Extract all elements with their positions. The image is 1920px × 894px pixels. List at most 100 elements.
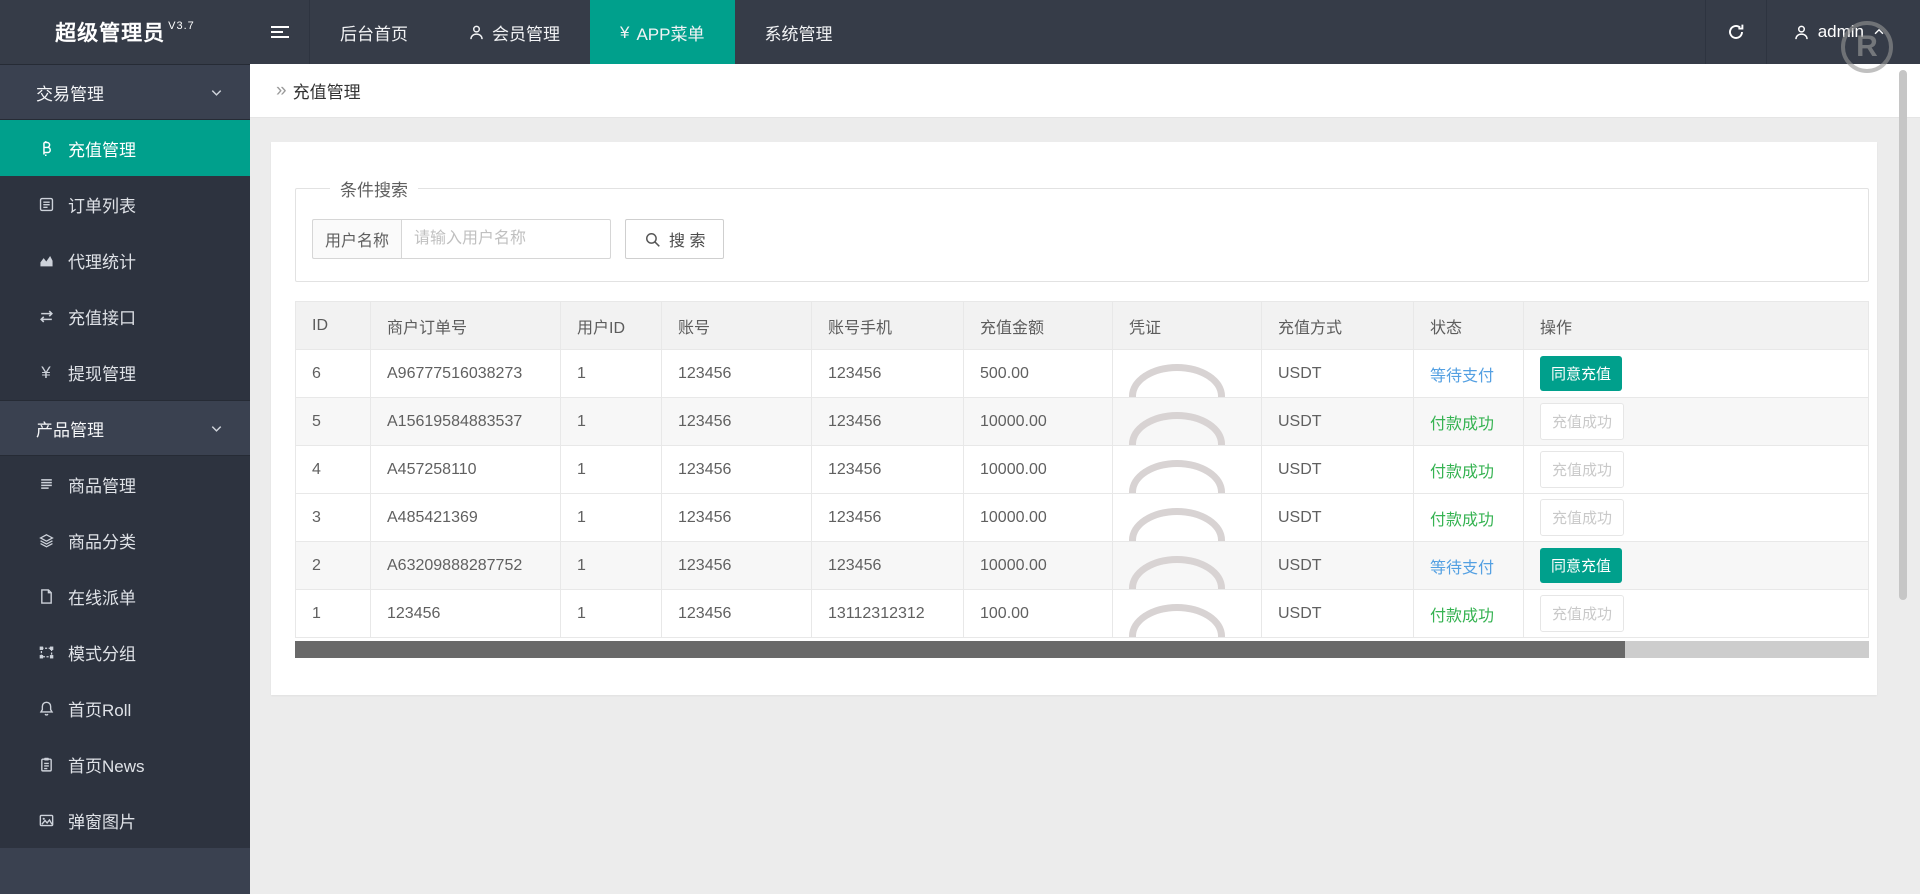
bell-icon xyxy=(36,700,56,717)
username-input[interactable] xyxy=(401,219,612,259)
user-icon xyxy=(1793,24,1810,41)
refresh-button[interactable] xyxy=(1704,0,1767,64)
sidebar-group-title[interactable]: 交易管理 xyxy=(0,64,250,120)
status-badge: 付款成功 xyxy=(1430,607,1495,625)
topnav-item[interactable]: ¥ APP菜单 xyxy=(590,0,735,64)
sidebar-item[interactable]: 首页Roll xyxy=(0,680,250,736)
object-group-icon xyxy=(36,644,56,661)
approve-recharge-button[interactable]: 同意充值 xyxy=(1540,548,1623,583)
status-badge: 付款成功 xyxy=(1430,415,1495,433)
broken-voucher-image[interactable] xyxy=(1129,364,1225,397)
column-header: 操作 xyxy=(1523,301,1869,350)
cell-voucher xyxy=(1112,445,1262,494)
hamburger-icon xyxy=(270,23,289,41)
broken-voucher-image[interactable] xyxy=(1129,508,1225,541)
table-body: 6 A96777516038273 1 123456 123456 500.00 USDT 等… xyxy=(295,349,1869,638)
cell-status: 付款成功 xyxy=(1413,445,1524,494)
topnav-item-label: 会员管理 xyxy=(492,24,560,44)
cell-voucher xyxy=(1112,397,1262,446)
column-header: 账号 xyxy=(661,301,812,350)
sidebar-footer xyxy=(0,848,250,894)
sidebar-item[interactable]: 在线派单 xyxy=(0,568,250,624)
sidebar-menu: 交易管理 充值管理订单列表代理统计 充值接口 ¥ 提现管理产品管理商品管理商品分类在线派… xyxy=(0,64,250,848)
cell-amount: 100.00 xyxy=(963,589,1113,638)
table-header-row: ID 商户订单号 用户ID 账号 账号手机 充值金额 凭证 充值方式 状态 操作 xyxy=(295,301,1869,350)
exchange-icon xyxy=(36,308,56,325)
cell-phone: 123456 xyxy=(811,541,964,590)
cell-amount: 500.00 xyxy=(963,349,1113,398)
cell-voucher xyxy=(1112,349,1262,398)
cell-phone: 123456 xyxy=(811,445,964,494)
search-icon xyxy=(644,231,661,248)
broken-voucher-image[interactable] xyxy=(1129,604,1225,637)
horizontal-scrollbar-thumb[interactable] xyxy=(295,641,1626,658)
cell-uid: 1 xyxy=(560,445,662,494)
cell-uid: 1 xyxy=(560,541,662,590)
cell-id: 5 xyxy=(295,397,371,446)
cell-order: A485421369 xyxy=(370,493,561,542)
bitcoin-icon xyxy=(36,140,56,157)
yen-icon: ¥ xyxy=(620,22,630,42)
broken-voucher-image[interactable] xyxy=(1129,556,1225,589)
table-row: 3 A485421369 1 123456 123456 10000.00 USDT 付款成功… xyxy=(295,493,1869,542)
sidebar-item[interactable]: 商品分类 xyxy=(0,512,250,568)
main-content: » 充值管理 条件搜索 用户名称 搜 索 xyxy=(250,64,1920,894)
sidebar-group-title[interactable]: 产品管理 xyxy=(0,400,250,456)
sidebar-item-label: 商品管理 xyxy=(68,476,136,496)
sidebar-item[interactable]: 模式分组 xyxy=(0,624,250,680)
cell-voucher xyxy=(1112,493,1262,542)
topnav-item[interactable]: 后台首页 xyxy=(310,0,438,64)
recharge-done-button[interactable]: 充值成功 xyxy=(1540,499,1625,536)
topnav-item[interactable]: 会员管理 xyxy=(438,0,590,64)
cell-uid: 1 xyxy=(560,349,662,398)
broken-voucher-image[interactable] xyxy=(1129,460,1225,493)
cell-amount: 10000.00 xyxy=(963,445,1113,494)
broken-voucher-image[interactable] xyxy=(1129,412,1225,445)
topnav-item-label: 系统管理 xyxy=(764,24,833,44)
sidebar-item[interactable]: 充值管理 xyxy=(0,120,250,176)
cell-id: 2 xyxy=(295,541,371,590)
vertical-scrollbar-thumb[interactable] xyxy=(1899,70,1907,600)
sidebar-item[interactable]: 订单列表 xyxy=(0,176,250,232)
sidebar-item[interactable]: 代理统计 xyxy=(0,232,250,288)
cell-id: 1 xyxy=(295,589,371,638)
recharge-done-button[interactable]: 充值成功 xyxy=(1540,595,1625,632)
page-title: 充值管理 xyxy=(292,83,361,102)
horizontal-scrollbar-track[interactable] xyxy=(295,641,1869,658)
yen-icon: ¥ xyxy=(41,362,51,382)
cell-uid: 1 xyxy=(560,493,662,542)
cell-voucher xyxy=(1112,589,1262,638)
sidebar-item-label: 订单列表 xyxy=(68,196,136,216)
refresh-icon xyxy=(1726,22,1746,42)
recharge-done-button[interactable]: 充值成功 xyxy=(1540,451,1625,488)
sidebar-item[interactable]: 首页News xyxy=(0,736,250,792)
search-button[interactable]: 搜 索 xyxy=(625,219,725,259)
table-row: 2 A63209888287752 1 123456 123456 10000.00 USD… xyxy=(295,541,1869,590)
username-input-group: 用户名称 xyxy=(312,219,612,259)
recharge-done-button[interactable]: 充值成功 xyxy=(1540,403,1625,440)
approve-recharge-button[interactable]: 同意充值 xyxy=(1540,356,1623,391)
sidebar-item[interactable]: 商品管理 xyxy=(0,456,250,512)
table-row: 4 A457258110 1 123456 123456 10000.00 USDT 付款成功… xyxy=(295,445,1869,494)
cell-order: A63209888287752 xyxy=(370,541,561,590)
cell-amount: 10000.00 xyxy=(963,493,1113,542)
topnav-item[interactable]: 系统管理 xyxy=(735,0,863,64)
cell-id: 4 xyxy=(295,445,371,494)
app-version: V3.7 xyxy=(168,20,195,32)
cell-voucher xyxy=(1112,541,1262,590)
sidebar-item[interactable]: 弹窗图片 xyxy=(0,792,250,848)
sidebar: 交易管理 充值管理订单列表代理统计 充值接口 ¥ 提现管理产品管理商品管理商品分类在线派… xyxy=(0,64,250,894)
sidebar-item-label: 提现管理 xyxy=(68,364,136,384)
sidebar-item[interactable]: 充值接口 xyxy=(0,288,250,344)
user-menu[interactable]: admin xyxy=(1767,0,1920,64)
recharge-table: ID 商户订单号 用户ID 账号 账号手机 充值金额 凭证 充值方式 状态 操作 6 A967775… xyxy=(295,301,1869,638)
cell-uid: 1 xyxy=(560,589,662,638)
layers-icon xyxy=(36,532,56,549)
sidebar-item-label: 在线派单 xyxy=(68,588,136,608)
cell-status: 等待支付 xyxy=(1413,541,1524,590)
cell-action: 同意充值 xyxy=(1523,541,1869,590)
app-name: 超级管理员 xyxy=(55,22,166,45)
sidebar-toggle-button[interactable] xyxy=(250,0,310,64)
topnav-item-label: APP菜单 xyxy=(636,24,705,44)
sidebar-item[interactable]: ¥ 提现管理 xyxy=(0,344,250,400)
